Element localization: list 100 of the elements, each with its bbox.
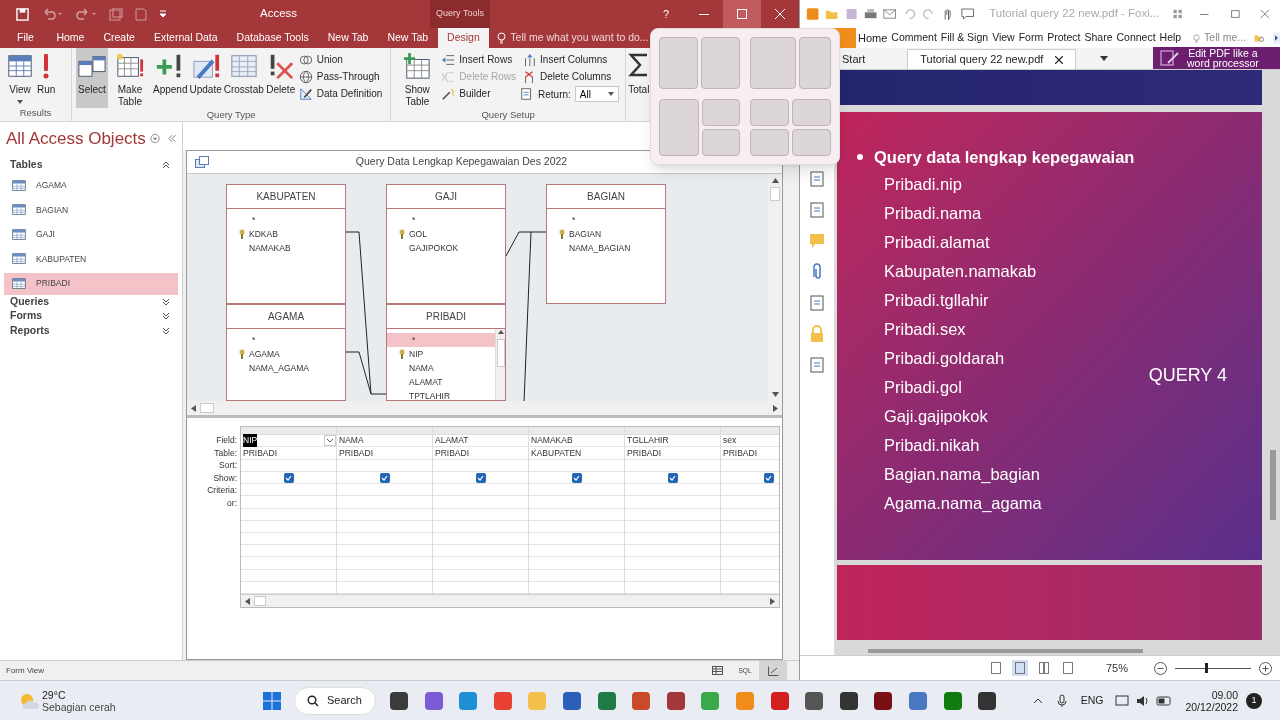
save-icon[interactable] bbox=[16, 7, 29, 21]
field-item[interactable]: NAMA_AGAMA bbox=[227, 361, 345, 375]
search-field[interactable]: Tell me... bbox=[1204, 30, 1247, 46]
view-button[interactable] bbox=[759, 660, 787, 681]
notification-badge[interactable]: 1 bbox=[1246, 692, 1262, 709]
promo-banner[interactable]: Edit PDF like a word processor bbox=[1153, 47, 1280, 69]
checkbox[interactable] bbox=[763, 472, 774, 483]
menu-item[interactable]: Share bbox=[1082, 30, 1115, 46]
zoom-out-icon[interactable] bbox=[1154, 661, 1167, 675]
clock[interactable]: 09.00 20/12/2022 bbox=[1185, 688, 1238, 713]
checkbox[interactable] bbox=[283, 472, 294, 483]
search-field[interactable]: Tell me what you want to do... bbox=[510, 30, 649, 46]
maximize-button[interactable] bbox=[723, 0, 761, 28]
table-list[interactable]: KABUPATEN * KDKAB NAMAKAB bbox=[226, 184, 346, 304]
nav-item[interactable]: PRIBADI bbox=[4, 272, 178, 295]
app-icon[interactable] bbox=[768, 689, 791, 712]
ribbon-button[interactable]: Insert Columns bbox=[520, 52, 619, 67]
section-header[interactable]: Reports bbox=[0, 323, 182, 338]
field-item[interactable]: KDKAB bbox=[227, 227, 345, 241]
slider-thumb[interactable] bbox=[1205, 663, 1209, 673]
app-icon[interactable] bbox=[595, 689, 618, 712]
help-button[interactable]: ? bbox=[647, 5, 685, 23]
nav-item[interactable]: AGAMA bbox=[4, 174, 178, 197]
menu-item[interactable]: Connect bbox=[1114, 30, 1158, 46]
field-item[interactable]: TPTLAHIR bbox=[387, 389, 495, 400]
layout-zone[interactable] bbox=[750, 37, 797, 89]
checkbox[interactable] bbox=[667, 472, 678, 483]
checkbox[interactable] bbox=[379, 472, 390, 483]
document-tab[interactable]: Start bbox=[840, 49, 868, 69]
redo-icon[interactable] bbox=[921, 6, 936, 22]
field-item[interactable]: * bbox=[227, 213, 345, 227]
app-icon[interactable] bbox=[976, 689, 999, 712]
menu-item[interactable]: Fill & Sign bbox=[938, 30, 991, 46]
section-header[interactable]: Forms bbox=[0, 309, 182, 324]
field-item[interactable]: NIP bbox=[387, 347, 495, 361]
ribbon-button[interactable]: Show Table bbox=[395, 48, 440, 108]
scroll-thumb[interactable] bbox=[496, 339, 505, 367]
signature-icon[interactable] bbox=[809, 294, 825, 312]
ribbon-button[interactable]: Insert Rows bbox=[439, 52, 519, 67]
field-item[interactable]: * bbox=[387, 213, 505, 227]
ribbon-tab[interactable]: Home bbox=[46, 28, 94, 48]
pages-icon[interactable] bbox=[809, 170, 825, 188]
field-item[interactable]: GOL bbox=[387, 227, 505, 241]
section-header[interactable]: Queries bbox=[0, 294, 182, 309]
app-icon[interactable] bbox=[388, 689, 410, 712]
field-item[interactable]: AGAMA bbox=[227, 347, 345, 361]
field-item[interactable]: NAMA_BAGIAN bbox=[547, 241, 665, 255]
field-value[interactable]: NAMA bbox=[339, 434, 364, 447]
field-item[interactable]: * bbox=[227, 333, 345, 347]
sort-icon[interactable] bbox=[109, 7, 123, 21]
ribbon-button[interactable]: Union bbox=[296, 52, 385, 67]
ribbon-tab[interactable]: New Tab bbox=[318, 28, 378, 48]
language-indicator[interactable]: ENG bbox=[1080, 692, 1104, 709]
comment-icon[interactable] bbox=[960, 6, 974, 22]
start-icon[interactable] bbox=[262, 690, 282, 711]
field-item[interactable]: GAJIPOKOK bbox=[387, 241, 505, 255]
field-cell[interactable]: NAMA bbox=[337, 434, 432, 448]
ribbon-button[interactable]: Update bbox=[188, 48, 223, 108]
app-icon[interactable] bbox=[872, 689, 895, 712]
app-icon[interactable] bbox=[941, 689, 964, 712]
customize-icon[interactable] bbox=[159, 10, 167, 18]
field-item[interactable]: * bbox=[547, 213, 665, 227]
ribbon-button[interactable]: Append bbox=[152, 48, 189, 108]
menu-item[interactable]: Comment bbox=[889, 30, 939, 46]
section-header[interactable]: Tables bbox=[0, 157, 182, 172]
lock-icon[interactable] bbox=[809, 325, 825, 343]
field-item[interactable]: * bbox=[387, 333, 495, 347]
field-item[interactable]: BAGIAN bbox=[547, 227, 665, 241]
field-cell[interactable]: TGLLAHIR bbox=[625, 434, 720, 448]
tools-icon[interactable] bbox=[809, 356, 825, 374]
ribbon-tab[interactable]: External Data bbox=[144, 28, 228, 48]
ribbon-tab[interactable]: Database Tools bbox=[227, 28, 319, 48]
mail-icon[interactable] bbox=[883, 6, 897, 22]
field-cell[interactable]: ALAMAT bbox=[433, 434, 528, 448]
scroll-thumb[interactable] bbox=[770, 187, 780, 201]
menu-item[interactable]: Home bbox=[856, 29, 890, 47]
field-cell[interactable]: NAMAKAB bbox=[529, 434, 624, 448]
redo-icon[interactable] bbox=[75, 8, 97, 20]
ribbon-button[interactable]: Crosstab bbox=[222, 48, 265, 108]
ribbon-tab[interactable]: File bbox=[0, 28, 47, 48]
nav-item[interactable]: GAJI bbox=[4, 223, 178, 246]
microphone-icon[interactable] bbox=[1056, 693, 1067, 708]
ribbon-button[interactable]: Pass-Through bbox=[296, 69, 385, 84]
dropdown-icon[interactable] bbox=[324, 435, 336, 447]
ribbon-button[interactable]: Data Definition bbox=[296, 86, 385, 101]
app-icon[interactable] bbox=[560, 689, 583, 712]
table-list[interactable]: BAGIAN * BAGIAN NAMA_BAGIAN bbox=[546, 184, 666, 304]
field-value[interactable]: ALAMAT bbox=[435, 434, 469, 447]
return-dropdown[interactable]: All bbox=[574, 86, 619, 102]
scroll-thumb[interactable] bbox=[254, 596, 266, 606]
table-list[interactable]: AGAMA * AGAMA NAMA_AGAMA bbox=[226, 304, 346, 401]
app-logo-icon[interactable] bbox=[806, 6, 820, 22]
page-view-button[interactable] bbox=[1011, 660, 1028, 676]
ribbon-button[interactable]: Run bbox=[36, 48, 57, 106]
field-item[interactable]: NAMAKAB bbox=[227, 241, 345, 255]
field-value[interactable]: TGLLAHIR bbox=[627, 434, 669, 447]
menu-item[interactable]: Form bbox=[1016, 30, 1046, 46]
undo-icon[interactable] bbox=[41, 8, 63, 20]
field-item[interactable]: ALAMAT bbox=[387, 375, 495, 389]
chevron-up-icon[interactable] bbox=[1032, 697, 1043, 704]
